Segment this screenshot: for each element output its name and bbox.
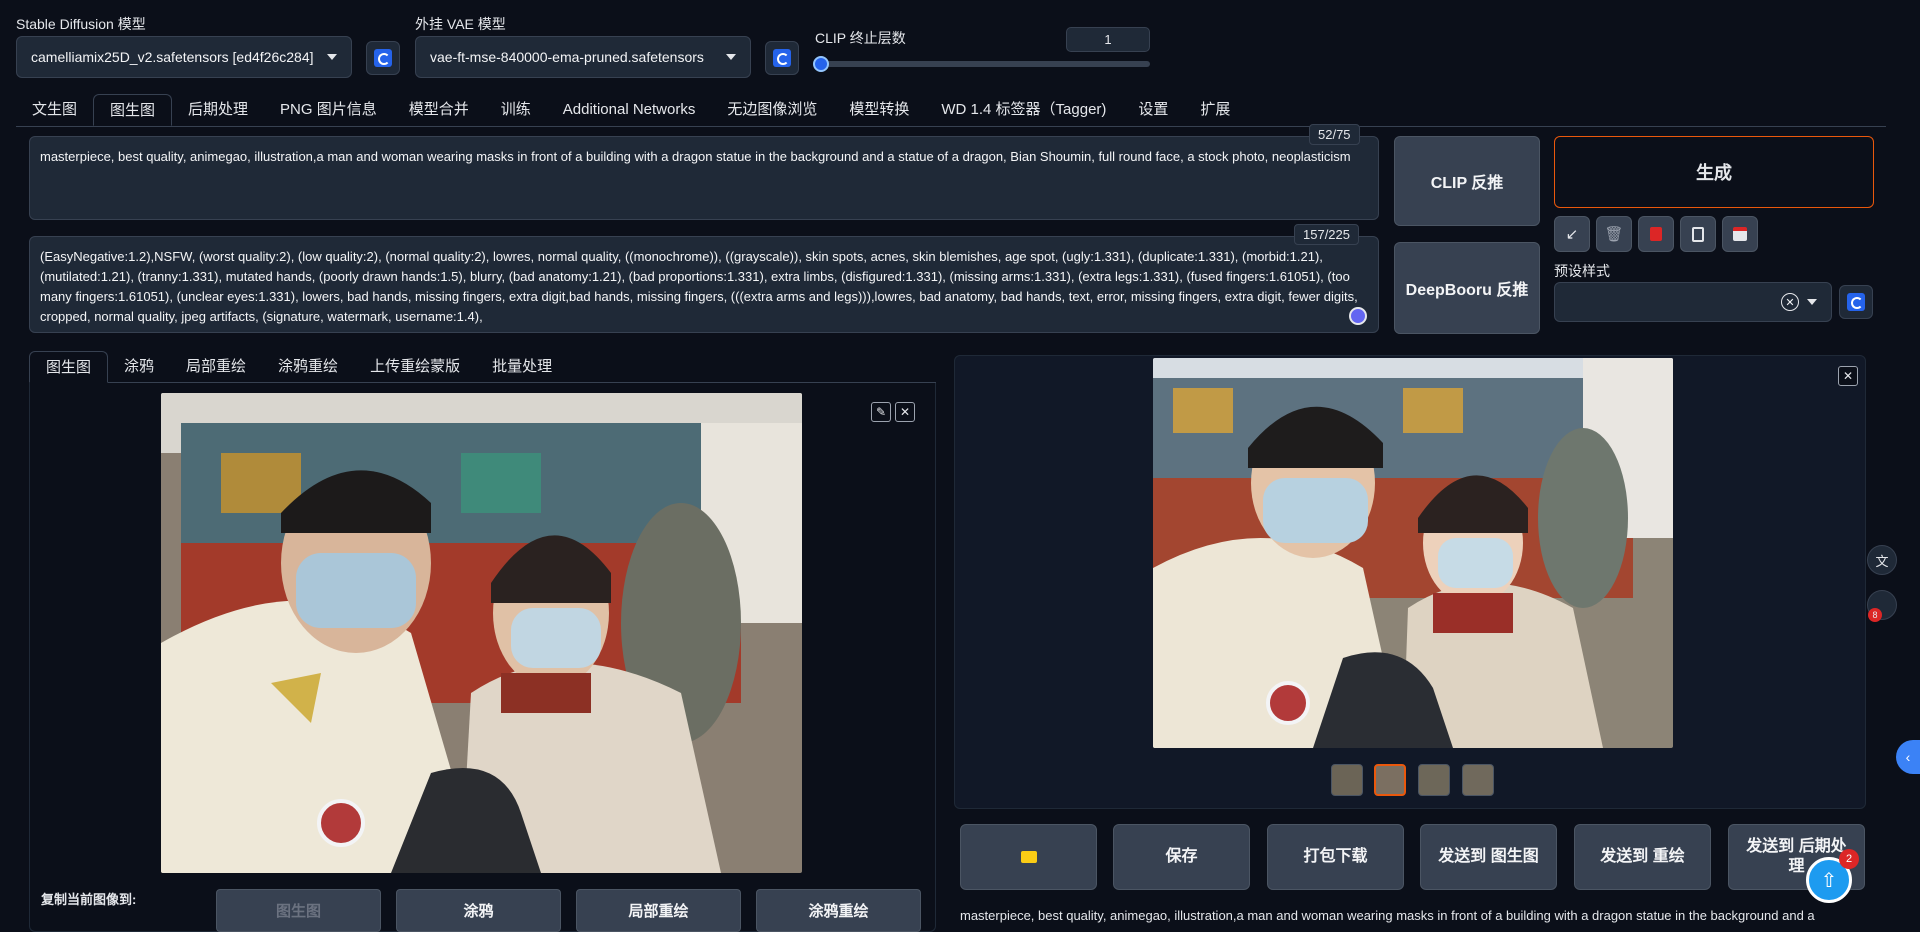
clip-skip-label: CLIP 终止层数 <box>815 30 906 46</box>
thumbnail-3[interactable] <box>1418 764 1450 796</box>
upload-badge: 2 <box>1839 849 1859 869</box>
vae-refresh-button[interactable] <box>765 41 799 75</box>
sd-model-dropdown[interactable]: camelliamix25D_v2.safetensors [ed4f26c28… <box>16 36 352 78</box>
sd-model-refresh-button[interactable] <box>366 41 400 75</box>
save-button[interactable]: 保存 <box>1113 824 1250 890</box>
prompt-input[interactable]: masterpiece, best quality, animegao, ill… <box>29 136 1379 220</box>
tab-tagger[interactable]: WD 1.4 标签器（Tagger) <box>925 94 1122 126</box>
close-output-icon[interactable]: ✕ <box>1838 366 1858 386</box>
extra-networks-button[interactable] <box>1638 216 1674 252</box>
tab-extras[interactable]: 后期处理 <box>172 94 264 126</box>
copy-to-sketch-button[interactable]: 涂鸦 <box>396 889 561 932</box>
copy-to-inpaint-sketch-button[interactable]: 涂鸦重绘 <box>756 889 921 932</box>
folder-icon <box>1020 851 1037 863</box>
assistant-badge: 8 <box>1868 608 1882 622</box>
subtab-batch[interactable]: 批量处理 <box>476 351 568 383</box>
tab-train[interactable]: 训练 <box>485 94 547 126</box>
thumbnail-4[interactable] <box>1462 764 1494 796</box>
style-refresh-button[interactable] <box>1839 285 1873 319</box>
refresh-icon <box>374 49 392 67</box>
read-params-button[interactable]: ↙ <box>1554 216 1590 252</box>
copy-to-label: 复制当前图像到: <box>41 892 137 907</box>
style-label: 预设样式 <box>1554 263 1610 279</box>
tab-additional-networks[interactable]: Additional Networks <box>547 94 712 126</box>
subtab-inpaint-upload[interactable]: 上传重绘蒙版 <box>354 351 476 383</box>
input-photo-art <box>161 393 802 873</box>
prompt-token-counter: 52/75 <box>1309 124 1360 145</box>
tab-extensions[interactable]: 扩展 <box>1184 94 1246 126</box>
sd-model-value: camelliamix25D_v2.safetensors [ed4f26c28… <box>31 49 314 65</box>
refresh-icon <box>773 49 791 67</box>
clear-prompt-button[interactable]: 🗑 <box>1596 216 1632 252</box>
clear-icon[interactable]: ✕ <box>1781 293 1799 311</box>
img2img-subtabs: 图生图 涂鸦 局部重绘 涂鸦重绘 上传重绘蒙版 批量处理 <box>29 351 936 383</box>
clip-interrogate-button[interactable]: CLIP 反推 <box>1394 136 1540 226</box>
clipboard-icon <box>1692 226 1704 242</box>
open-folder-button[interactable] <box>960 824 1097 890</box>
output-image[interactable] <box>1153 358 1673 748</box>
tab-txt2img[interactable]: 文生图 <box>16 94 93 126</box>
style-dropdown[interactable]: ✕ <box>1554 282 1832 322</box>
subtab-inpaint[interactable]: 局部重绘 <box>170 351 262 383</box>
tab-png-info[interactable]: PNG 图片信息 <box>264 94 393 126</box>
tab-model-convert[interactable]: 模型转换 <box>833 94 925 126</box>
send-to-inpaint-button[interactable]: 发送到 重绘 <box>1574 824 1711 890</box>
thumbnail-1[interactable] <box>1331 764 1363 796</box>
input-image <box>161 393 802 873</box>
trash-icon: 🗑 <box>1604 226 1624 243</box>
collapse-chevron-icon[interactable]: ‹ <box>1896 740 1920 774</box>
zip-download-button[interactable]: 打包下载 <box>1267 824 1404 890</box>
copy-to-img2img-button[interactable]: 图生图 <box>216 889 381 932</box>
vae-label: 外挂 VAE 模型 <box>415 16 506 32</box>
tab-img2img[interactable]: 图生图 <box>93 94 173 126</box>
subtab-img2img[interactable]: 图生图 <box>29 351 109 383</box>
apply-style-button[interactable] <box>1680 216 1716 252</box>
main-tabs: 文生图 图生图 后期处理 PNG 图片信息 模型合并 训练 Additional… <box>16 94 1886 127</box>
generation-caption: masterpiece, best quality, animegao, ill… <box>960 908 1815 923</box>
clip-skip-input[interactable]: 1 <box>1066 27 1150 52</box>
vae-dropdown[interactable]: vae-ft-mse-840000-ema-pruned.safetensors <box>415 36 751 78</box>
edit-icon[interactable]: ✎ <box>871 402 891 422</box>
negative-prompt-input[interactable]: (EasyNegative:1.2),NSFW, (worst quality:… <box>29 236 1379 333</box>
chevron-down-icon <box>726 54 736 60</box>
refresh-icon <box>1847 293 1865 311</box>
tab-merge[interactable]: 模型合并 <box>393 94 485 126</box>
save-style-button[interactable] <box>1722 216 1758 252</box>
sd-model-label: Stable Diffusion 模型 <box>16 16 146 32</box>
interrogate-face-icon[interactable] <box>1349 307 1367 325</box>
subtab-inpaint-sketch[interactable]: 涂鸦重绘 <box>262 351 354 383</box>
tab-settings[interactable]: 设置 <box>1122 94 1184 126</box>
close-icon[interactable]: ✕ <box>895 402 915 422</box>
subtab-sketch[interactable]: 涂鸦 <box>108 351 170 383</box>
chevron-down-icon <box>327 54 337 60</box>
red-card-icon <box>1650 227 1662 241</box>
arrow-icon: ↙ <box>1565 226 1579 243</box>
tab-image-browser[interactable]: 无边图像浏览 <box>711 94 833 126</box>
send-to-img2img-button[interactable]: 发送到 图生图 <box>1420 824 1557 890</box>
thumbnail-2-selected[interactable] <box>1374 764 1406 796</box>
copy-to-inpaint-button[interactable]: 局部重绘 <box>576 889 741 932</box>
translate-icon[interactable]: 文 <box>1867 545 1897 575</box>
save-icon <box>1733 227 1747 241</box>
deepbooru-button[interactable]: DeepBooru 反推 <box>1394 242 1540 334</box>
vae-value: vae-ft-mse-840000-ema-pruned.safetensors <box>430 49 704 65</box>
clip-skip-slider[interactable] <box>813 56 1150 72</box>
output-photo-art <box>1153 358 1673 748</box>
slider-handle[interactable] <box>813 56 829 72</box>
chevron-down-icon <box>1807 299 1817 305</box>
negative-token-counter: 157/225 <box>1294 224 1359 245</box>
generate-button[interactable]: 生成 <box>1554 136 1874 208</box>
